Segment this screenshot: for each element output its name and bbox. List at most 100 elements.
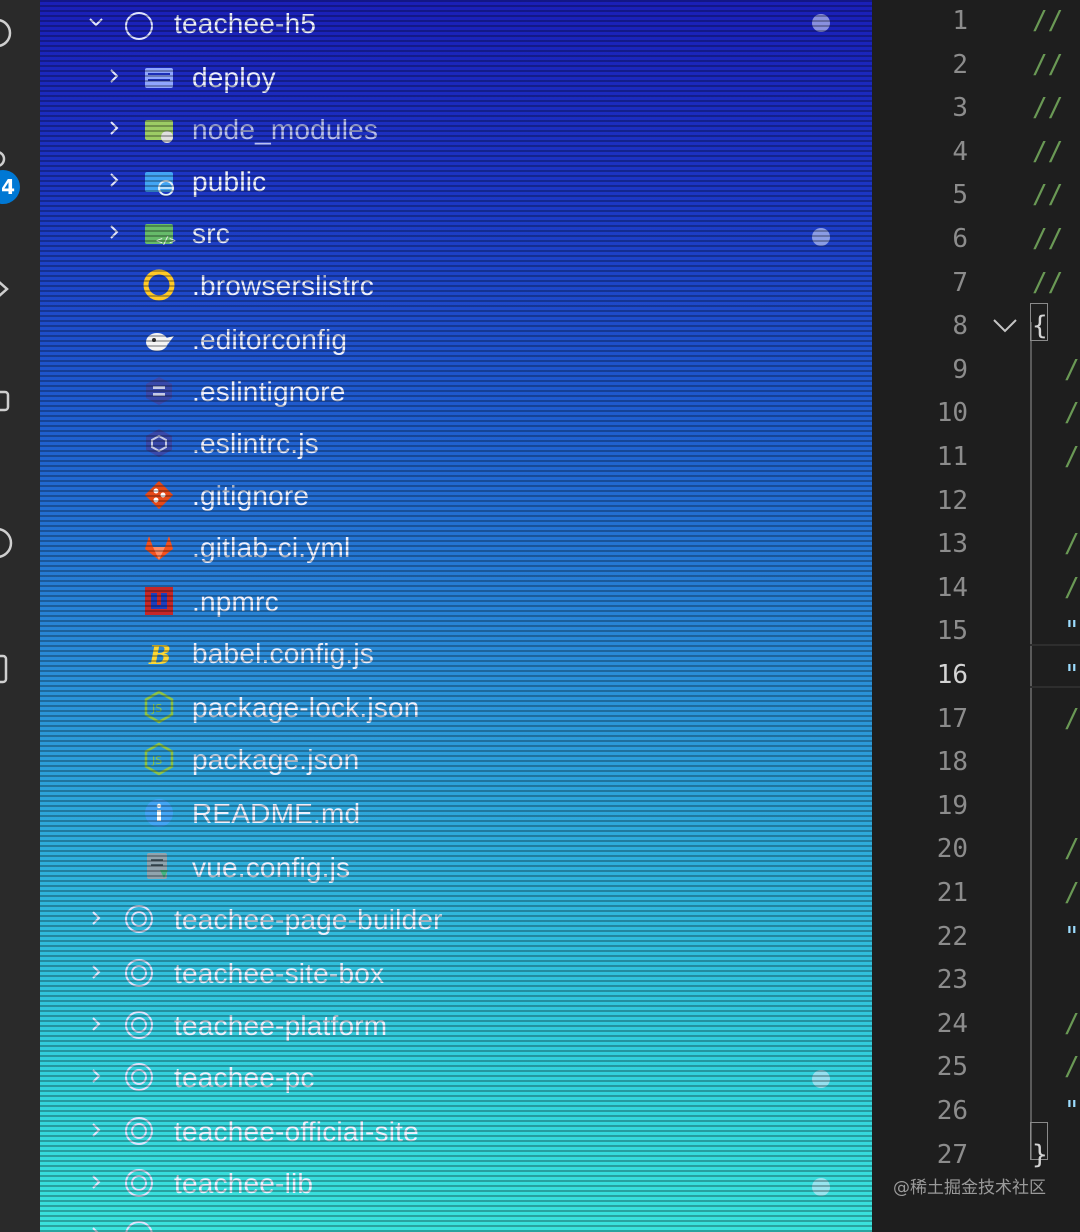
tree-item-file[interactable]: vue.config.js — [40, 844, 872, 896]
tree-item-root[interactable]: teachee-pc — [40, 1054, 872, 1106]
line-number: 3 — [952, 93, 968, 124]
chevron-right-icon[interactable] — [86, 1224, 106, 1232]
code-line[interactable]: 25 / — [872, 1046, 1080, 1090]
tree-item-label: teachee-page-builder — [174, 904, 443, 935]
code-line[interactable]: 5 // — [872, 174, 1080, 218]
code-line[interactable]: 16 " — [872, 654, 1080, 698]
line-number: 13 — [936, 529, 968, 560]
chevron-right-icon[interactable] — [86, 1066, 106, 1086]
tree-item-file[interactable]: .gitlab-ci.yml — [40, 524, 872, 576]
tree-item-root[interactable]: teachee-official-site — [40, 1108, 872, 1160]
eslint-icon — [142, 426, 176, 460]
code-editor[interactable]: 1//2//3//4//5//6//7//8{9/10/11/12 13/14/1… — [872, 0, 1080, 1232]
code-text: } — [1032, 1139, 1048, 1170]
code-text: " — [1064, 1096, 1080, 1126]
code-line[interactable]: 4 // — [872, 131, 1080, 175]
tree-item-folder[interactable]: public — [40, 158, 872, 210]
tree-item-root[interactable]: teachee-page-builder — [40, 896, 872, 948]
chevron-right-icon[interactable] — [86, 908, 106, 928]
code-line[interactable]: 26 " — [872, 1090, 1080, 1134]
extensions-icon[interactable] — [0, 384, 14, 418]
tree-item-root[interactable]: teachee-platform — [40, 1002, 872, 1054]
chevron-right-icon[interactable] — [86, 962, 106, 982]
chevron-right-icon[interactable] — [86, 1120, 106, 1140]
code-line[interactable]: 8{ — [872, 305, 1080, 349]
chevron-right-icon[interactable] — [86, 1172, 106, 1192]
tree-item-folder[interactable]: node_modules — [40, 106, 872, 158]
code-line[interactable]: 14 / — [872, 567, 1080, 611]
chevron-down-icon[interactable] — [86, 12, 106, 32]
tree-item-root[interactable]: teachee-lib — [40, 1160, 872, 1212]
code-line[interactable]: 27} — [872, 1134, 1080, 1178]
babel-icon: B — [142, 636, 176, 670]
code-text: / — [1064, 703, 1080, 734]
line-number: 6 — [952, 224, 968, 254]
line-number: 19 — [936, 790, 968, 821]
tree-item-file[interactable]: .gitignore — [40, 472, 872, 524]
code-line[interactable]: 6 // — [872, 218, 1080, 262]
code-line[interactable]: 2 // — [872, 44, 1080, 88]
activity-bar: 4 — [0, 0, 40, 1232]
remote-icon[interactable] — [0, 652, 14, 686]
code-text: / — [1064, 1052, 1080, 1083]
tree-item-file[interactable]: .eslintrc.js — [40, 420, 872, 472]
chevron-right-icon[interactable] — [104, 118, 124, 138]
tree-item-label: README.md — [192, 798, 361, 829]
code-line[interactable]: 7 // — [872, 262, 1080, 306]
tree-item-file[interactable]: .eslintignore — [40, 368, 872, 420]
tree-item-file[interactable]: .npmrc — [40, 578, 872, 630]
code-text: " — [1064, 660, 1080, 690]
code-line[interactable]: 24 / — [872, 1003, 1080, 1047]
tree-item-folder[interactable]: deploy — [40, 54, 872, 106]
code-line[interactable]: 20 / — [872, 828, 1080, 872]
line-number: 4 — [952, 136, 968, 167]
line-number: 24 — [936, 1008, 968, 1039]
tree-item-file[interactable]: JS package-lock.json — [40, 684, 872, 736]
code-text: // — [1032, 6, 1064, 36]
tree-item-folder[interactable]: </> src — [40, 210, 872, 262]
chevron-right-icon[interactable] — [86, 1014, 106, 1034]
tree-item-root[interactable] — [40, 1212, 872, 1232]
chevron-right-icon[interactable] — [104, 170, 124, 190]
code-line[interactable]: 18 — [872, 741, 1080, 785]
code-text: / — [1064, 354, 1080, 385]
tree-item-file[interactable]: B babel.config.js — [40, 630, 872, 682]
code-line[interactable]: 10 / — [872, 392, 1080, 436]
line-number: 17 — [936, 703, 968, 734]
line-number: 18 — [936, 747, 968, 778]
code-line[interactable]: 21 / — [872, 872, 1080, 916]
code-line[interactable]: 13 / — [872, 523, 1080, 567]
line-number: 21 — [936, 878, 968, 908]
code-text: " — [1064, 616, 1080, 647]
code-line[interactable]: 9/ — [872, 349, 1080, 393]
code-line[interactable]: 15 " — [872, 610, 1080, 654]
chevron-right-icon[interactable] — [104, 66, 124, 86]
tree-item-file[interactable]: README.md — [40, 790, 872, 842]
tree-item-file[interactable]: JS package.json — [40, 736, 872, 788]
account-icon[interactable] — [0, 526, 14, 560]
line-number: 9 — [952, 354, 968, 385]
tree-item-label: teachee-h5 — [174, 8, 317, 39]
modified-dot — [812, 228, 830, 246]
source-control-icon[interactable] — [0, 16, 14, 50]
chevron-right-icon[interactable] — [104, 222, 124, 242]
tree-item-label: .eslintignore — [192, 376, 346, 407]
tree-item-file[interactable]: .browserslistrc — [40, 262, 872, 314]
debug-icon[interactable] — [0, 272, 14, 306]
tree-item-file[interactable]: .editorconfig — [40, 316, 872, 368]
tree-item-root[interactable]: teachee-h5 — [40, 0, 872, 52]
code-line[interactable]: 11 / — [872, 436, 1080, 480]
code-line[interactable]: 22 " — [872, 916, 1080, 960]
code-line[interactable]: 19 — [872, 785, 1080, 829]
code-line[interactable]: 1 // — [872, 0, 1080, 44]
code-line[interactable]: 17 / — [872, 698, 1080, 742]
code-line[interactable]: 23 — [872, 959, 1080, 1003]
code-line[interactable]: 3 // — [872, 87, 1080, 131]
tree-item-label: teachee-site-box — [174, 958, 385, 989]
folder-public-icon — [142, 164, 176, 198]
modified-dot — [812, 1070, 830, 1088]
tree-item-label: teachee-lib — [174, 1168, 314, 1199]
folder-node-icon — [142, 112, 176, 146]
code-line[interactable]: 12 — [872, 480, 1080, 524]
tree-item-root[interactable]: teachee-site-box — [40, 950, 872, 1002]
